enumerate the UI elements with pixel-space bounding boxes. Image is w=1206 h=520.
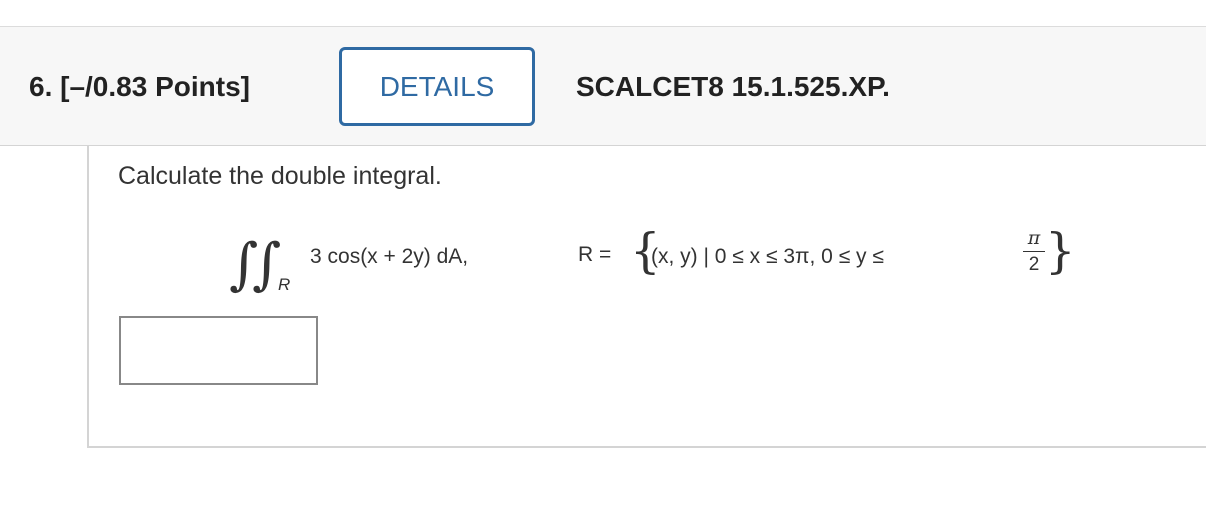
set-condition: (x, y) | 0 ≤ x ≤ 3π, 0 ≤ y ≤	[651, 245, 884, 268]
question-number-points: 6. [–/0.83 Points]	[29, 71, 250, 102]
fraction-denominator: 2	[1028, 254, 1040, 275]
integral-sign: ∫	[252, 232, 282, 297]
region-lhs: R =	[578, 243, 612, 266]
fraction-bar	[1023, 251, 1045, 252]
set-close-brace: }	[1045, 223, 1076, 279]
question-source: SCALCET8 15.1.525.XP.	[576, 71, 890, 102]
answer-input[interactable]	[119, 316, 318, 385]
question-body: Calculate the double integral. ∫ ∫ R 3 c…	[87, 145, 1206, 448]
fraction-numerator: π	[1027, 227, 1041, 249]
question-header: 6. [–/0.83 Points] DETAILS SCALCET8 15.1…	[0, 26, 1206, 146]
region-subscript: R	[278, 275, 291, 294]
details-button[interactable]: DETAILS	[339, 47, 535, 126]
pi-over-two-fraction: π 2	[1023, 227, 1045, 276]
problem-prompt: Calculate the double integral.	[118, 162, 442, 190]
integrand: 3 cos(x + 2y) dA,	[310, 245, 469, 268]
